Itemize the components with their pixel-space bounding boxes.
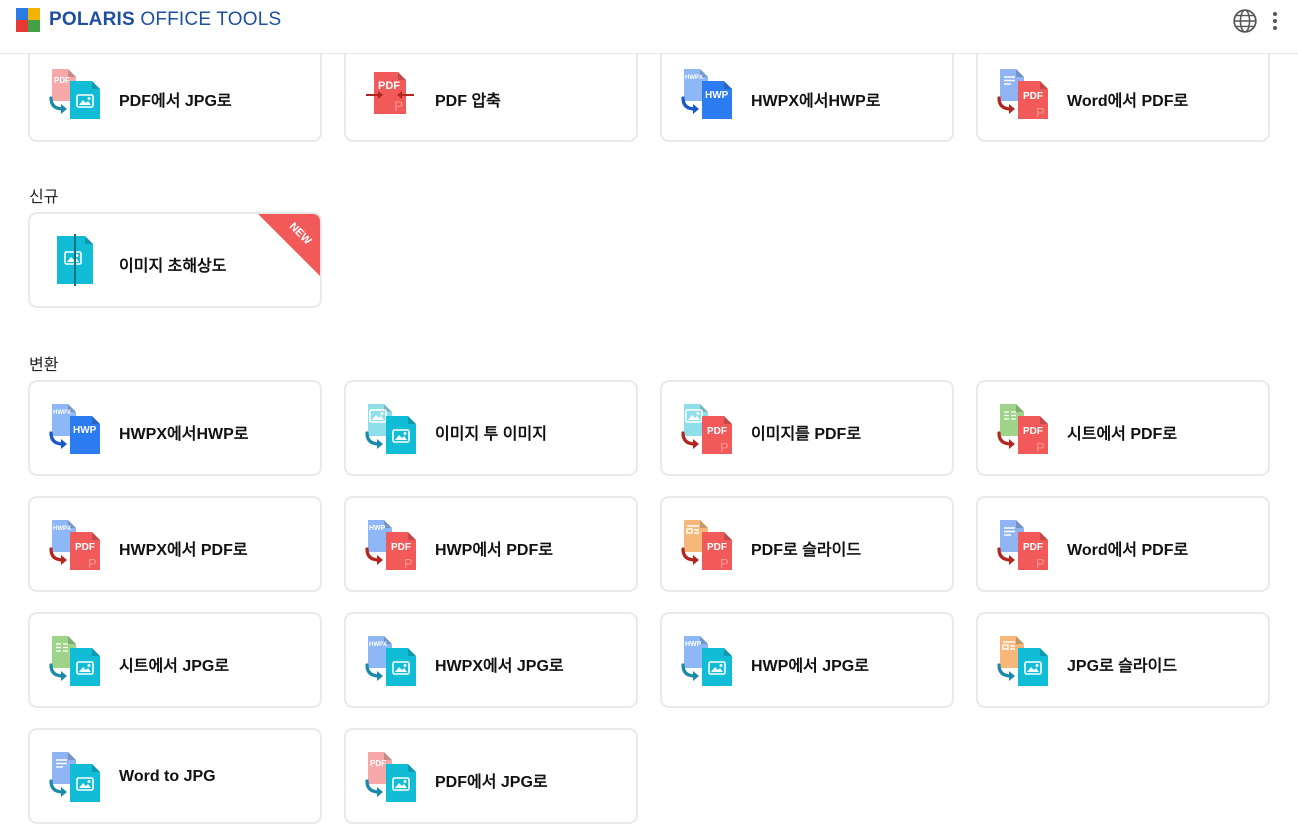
svg-text:PDF: PDF — [378, 80, 400, 92]
tool-card-label: PDF에서 JPG로 — [435, 774, 548, 791]
svg-text:P: P — [1036, 440, 1045, 455]
svg-text:HWPX: HWPX — [685, 75, 703, 81]
tool-card-label: HWPX에서HWP로 — [119, 426, 249, 443]
tool-card-label: Word에서 PDF로 — [1067, 93, 1189, 110]
tool-card-label: Word에서 PDF로 — [1067, 542, 1189, 559]
tool-card-image-to-image[interactable]: 이미지 투 이미지 — [344, 380, 638, 476]
svg-text:P: P — [88, 556, 97, 571]
brand-logo[interactable]: POLARIS OFFICE TOOLS — [16, 8, 281, 32]
tool-card-pdf-to-jpg[interactable]: PDF PDF에서 JPG로 — [344, 728, 638, 824]
word-to-jpg-icon — [48, 750, 102, 804]
svg-text:PDF: PDF — [54, 76, 70, 85]
more-menu-icon[interactable] — [1268, 8, 1282, 34]
tool-card-label: HWPX에서 JPG로 — [435, 658, 564, 675]
svg-text:PDF: PDF — [1023, 542, 1043, 553]
section-title-new: 신규 — [29, 189, 59, 206]
svg-text:HWP: HWP — [73, 425, 97, 436]
svg-text:P: P — [1036, 105, 1045, 120]
hwpx-to-hwp-icon: HWPX HWP — [680, 67, 734, 121]
language-globe-icon[interactable] — [1232, 8, 1258, 34]
svg-text:P: P — [1036, 556, 1045, 571]
new-badge: NEW — [258, 214, 320, 276]
new-badge-ribbon — [258, 214, 320, 276]
section-title-convert: 변환 — [29, 357, 59, 374]
tool-card-label: 이미지 초해상도 — [119, 258, 227, 275]
tool-card-label: PDF 압축 — [435, 93, 501, 110]
tool-card-label: HWPX에서HWP로 — [751, 93, 881, 110]
svg-text:P: P — [720, 440, 729, 455]
word-to-pdf-icon: PDF P — [996, 518, 1050, 572]
svg-text:HWPX: HWPX — [53, 410, 71, 416]
header-actions — [1232, 8, 1282, 34]
brand-name: POLARIS OFFICE TOOLS — [49, 9, 281, 31]
svg-text:HWPX: HWPX — [369, 642, 387, 648]
svg-text:PDF: PDF — [1023, 91, 1043, 102]
svg-text:P: P — [720, 556, 729, 571]
tool-card-hwp-to-jpg[interactable]: HWP HWP에서 JPG로 — [660, 612, 954, 708]
svg-text:P: P — [404, 556, 413, 571]
hwpx-to-pdf-icon: HWPX PDF P — [48, 518, 102, 572]
sheet-to-pdf-icon: PDF P — [996, 402, 1050, 456]
hwp-to-pdf-icon: HWP PDF P — [364, 518, 418, 572]
sheet-to-jpg-icon — [48, 634, 102, 688]
tool-card-label: HWP에서 PDF로 — [435, 542, 553, 559]
image-to-image-icon — [364, 402, 418, 456]
svg-text:PDF: PDF — [391, 542, 411, 553]
svg-text:HWPX: HWPX — [53, 526, 71, 532]
tool-card-hwpx-to-pdf[interactable]: HWPX PDF P HWPX에서 PDF로 — [28, 496, 322, 592]
pdf-to-slide-icon: PDF P — [680, 518, 734, 572]
tool-card-label: Word to JPG — [119, 768, 216, 785]
tool-card-sheet-to-pdf[interactable]: PDF P 시트에서 PDF로 — [976, 380, 1270, 476]
image-super-resolution-icon — [48, 234, 102, 288]
tool-card-image-super-resolution[interactable]: 이미지 초해상도 NEW — [28, 212, 322, 308]
svg-text:PDF: PDF — [707, 542, 727, 553]
svg-text:PDF: PDF — [1023, 426, 1043, 437]
word-to-pdf-icon: PDF P — [996, 67, 1050, 121]
tool-card-word-to-jpg[interactable]: Word to JPG — [28, 728, 322, 824]
tool-card-sheet-to-jpg[interactable]: 시트에서 JPG로 — [28, 612, 322, 708]
jpg-to-slide-icon — [996, 634, 1050, 688]
tool-card-label: 이미지를 PDF로 — [751, 426, 862, 443]
svg-text:PDF: PDF — [707, 426, 727, 437]
tool-card-word-to-pdf[interactable]: PDF P Word에서 PDF로 — [976, 496, 1270, 592]
pdf-to-jpg-icon: PDF — [48, 67, 102, 121]
polaris-logo-icon — [16, 8, 40, 32]
image-to-pdf-icon: PDF P — [680, 402, 734, 456]
tool-card-label: PDF에서 JPG로 — [119, 93, 232, 110]
pdf-compress-icon: PDF P — [364, 67, 418, 121]
svg-text:HWP: HWP — [685, 641, 702, 648]
tool-card-label: JPG로 슬라이드 — [1067, 658, 1178, 675]
tool-card-hwpx-to-jpg[interactable]: HWPX HWPX에서 JPG로 — [344, 612, 638, 708]
tool-card-label: 이미지 투 이미지 — [435, 426, 547, 443]
svg-text:HWP: HWP — [705, 90, 729, 101]
tool-card-hwp-to-pdf[interactable]: HWP PDF P HWP에서 PDF로 — [344, 496, 638, 592]
top-header: POLARIS OFFICE TOOLS — [0, 0, 1298, 54]
hwpx-to-jpg-icon: HWPX — [364, 634, 418, 688]
tool-card-label: PDF로 슬라이드 — [751, 542, 862, 559]
brand-name-light: OFFICE TOOLS — [134, 9, 282, 30]
tool-card-label: 시트에서 JPG로 — [119, 658, 230, 675]
tool-card-label: 시트에서 PDF로 — [1067, 426, 1178, 443]
svg-text:P: P — [394, 98, 403, 114]
hwpx-to-hwp-icon: HWPX HWP — [48, 402, 102, 456]
tool-card-hwpx-to-hwp[interactable]: HWPX HWP HWPX에서HWP로 — [28, 380, 322, 476]
tool-card-jpg-to-slide[interactable]: JPG로 슬라이드 — [976, 612, 1270, 708]
tool-card-label: HWP에서 JPG로 — [751, 658, 869, 675]
pdf-to-jpg-icon: PDF — [364, 750, 418, 804]
brand-name-bold: POLARIS — [49, 9, 135, 30]
svg-text:HWP: HWP — [369, 525, 386, 532]
tool-card-pdf-to-slide[interactable]: PDF P PDF로 슬라이드 — [660, 496, 954, 592]
hwp-to-jpg-icon: HWP — [680, 634, 734, 688]
tool-card-image-to-pdf[interactable]: PDF P 이미지를 PDF로 — [660, 380, 954, 476]
svg-text:PDF: PDF — [75, 542, 95, 553]
tool-card-label: HWPX에서 PDF로 — [119, 542, 248, 559]
svg-text:PDF: PDF — [370, 759, 386, 768]
